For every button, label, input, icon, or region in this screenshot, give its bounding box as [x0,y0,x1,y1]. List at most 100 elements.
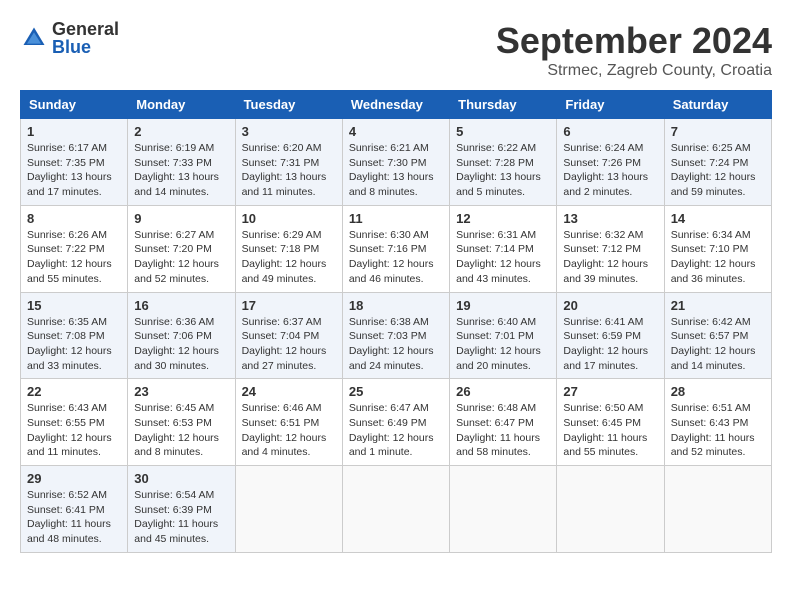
week-row-4: 22Sunrise: 6:43 AM Sunset: 6:55 PM Dayli… [21,379,772,466]
day-number: 10 [242,211,336,226]
day-cell: 4Sunrise: 6:21 AM Sunset: 7:30 PM Daylig… [342,119,449,206]
day-info: Sunrise: 6:25 AM Sunset: 7:24 PM Dayligh… [671,141,765,200]
day-cell: 21 Sunrise: 6:42 AM Sunset: 6:57 PM Dayli… [664,292,771,379]
day-number: 20 [563,298,657,313]
day-cell: 1 Sunrise: 6:17 AM Sunset: 7:35 PM Daylig… [21,119,128,206]
day-cell: 5 Sunrise: 6:22 AM Sunset: 7:28 PM Daylig… [450,119,557,206]
location: Strmec, Zagreb County, Croatia [496,62,772,80]
day-number: 12 [456,211,550,226]
title-block: September 2024 Strmec, Zagreb County, Cr… [496,20,772,80]
day-cell: 17Sunrise: 6:37 AM Sunset: 7:04 PM Dayli… [235,292,342,379]
week-row-5: 29 Sunrise: 6:52 AM Sunset: 6:41 PM Dayli… [21,466,772,553]
logo-blue: Blue [52,38,119,56]
day-number: 16 [134,298,228,313]
day-cell: 23 Sunrise: 6:45 AM Sunset: 6:53 PM Dayli… [128,379,235,466]
day-info: Sunrise: 6:48 AM Sunset: 6:47 PM Dayligh… [456,401,550,460]
day-number: 1 [27,124,121,139]
day-cell: 27Sunrise: 6:50 AM Sunset: 6:45 PM Dayli… [557,379,664,466]
day-cell: 9 Sunrise: 6:27 AM Sunset: 7:20 PM Daylig… [128,205,235,292]
day-info: Sunrise: 6:22 AM Sunset: 7:28 PM Dayligh… [456,141,550,200]
day-info: Sunrise: 6:52 AM Sunset: 6:41 PM Dayligh… [27,488,121,547]
day-cell [664,466,771,553]
day-info: Sunrise: 6:17 AM Sunset: 7:35 PM Dayligh… [27,141,121,200]
day-number: 23 [134,384,228,399]
day-cell: 3 Sunrise: 6:20 AM Sunset: 7:31 PM Daylig… [235,119,342,206]
day-cell: 7Sunrise: 6:25 AM Sunset: 7:24 PM Daylig… [664,119,771,206]
day-cell: 20 Sunrise: 6:41 AM Sunset: 6:59 PM Dayli… [557,292,664,379]
weekday-header-monday: Monday [128,91,235,119]
day-number: 4 [349,124,443,139]
day-info: Sunrise: 6:41 AM Sunset: 6:59 PM Dayligh… [563,315,657,374]
logo-icon [20,24,48,52]
day-cell [342,466,449,553]
day-cell: 22Sunrise: 6:43 AM Sunset: 6:55 PM Dayli… [21,379,128,466]
day-info: Sunrise: 6:32 AM Sunset: 7:12 PM Dayligh… [563,228,657,287]
week-row-3: 15 Sunrise: 6:35 AM Sunset: 7:08 PM Dayli… [21,292,772,379]
day-info: Sunrise: 6:51 AM Sunset: 6:43 PM Dayligh… [671,401,765,460]
day-info: Sunrise: 6:42 AM Sunset: 6:57 PM Dayligh… [671,315,765,374]
weekday-header-tuesday: Tuesday [235,91,342,119]
day-info: Sunrise: 6:20 AM Sunset: 7:31 PM Dayligh… [242,141,336,200]
day-cell: 2 Sunrise: 6:19 AM Sunset: 7:33 PM Daylig… [128,119,235,206]
logo: General Blue [20,20,119,56]
day-info: Sunrise: 6:29 AM Sunset: 7:18 PM Dayligh… [242,228,336,287]
day-number: 26 [456,384,550,399]
day-info: Sunrise: 6:45 AM Sunset: 6:53 PM Dayligh… [134,401,228,460]
logo-text: General Blue [52,20,119,56]
day-info: Sunrise: 6:31 AM Sunset: 7:14 PM Dayligh… [456,228,550,287]
day-number: 29 [27,471,121,486]
day-cell: 18Sunrise: 6:38 AM Sunset: 7:03 PM Dayli… [342,292,449,379]
day-cell: 30 Sunrise: 6:54 AM Sunset: 6:39 PM Dayli… [128,466,235,553]
day-cell: 28Sunrise: 6:51 AM Sunset: 6:43 PM Dayli… [664,379,771,466]
day-number: 25 [349,384,443,399]
day-number: 2 [134,124,228,139]
day-cell: 12 Sunrise: 6:31 AM Sunset: 7:14 PM Dayli… [450,205,557,292]
day-number: 21 [671,298,765,313]
day-cell: 26 Sunrise: 6:48 AM Sunset: 6:47 PM Dayli… [450,379,557,466]
day-info: Sunrise: 6:40 AM Sunset: 7:01 PM Dayligh… [456,315,550,374]
day-number: 13 [563,211,657,226]
day-info: Sunrise: 6:35 AM Sunset: 7:08 PM Dayligh… [27,315,121,374]
weekday-header-thursday: Thursday [450,91,557,119]
day-number: 27 [563,384,657,399]
day-number: 3 [242,124,336,139]
day-cell: 15 Sunrise: 6:35 AM Sunset: 7:08 PM Dayli… [21,292,128,379]
day-info: Sunrise: 6:36 AM Sunset: 7:06 PM Dayligh… [134,315,228,374]
day-cell [235,466,342,553]
day-cell: 10 Sunrise: 6:29 AM Sunset: 7:18 PM Dayli… [235,205,342,292]
day-number: 8 [27,211,121,226]
day-info: Sunrise: 6:27 AM Sunset: 7:20 PM Dayligh… [134,228,228,287]
calendar: SundayMondayTuesdayWednesdayThursdayFrid… [20,90,772,553]
day-number: 11 [349,211,443,226]
day-number: 6 [563,124,657,139]
day-number: 9 [134,211,228,226]
day-info: Sunrise: 6:34 AM Sunset: 7:10 PM Dayligh… [671,228,765,287]
day-info: Sunrise: 6:26 AM Sunset: 7:22 PM Dayligh… [27,228,121,287]
day-cell: 19 Sunrise: 6:40 AM Sunset: 7:01 PM Dayli… [450,292,557,379]
weekday-header-row: SundayMondayTuesdayWednesdayThursdayFrid… [21,91,772,119]
day-info: Sunrise: 6:46 AM Sunset: 6:51 PM Dayligh… [242,401,336,460]
weekday-header-saturday: Saturday [664,91,771,119]
day-number: 19 [456,298,550,313]
day-number: 17 [242,298,336,313]
day-cell: 25Sunrise: 6:47 AM Sunset: 6:49 PM Dayli… [342,379,449,466]
day-number: 30 [134,471,228,486]
weekday-header-sunday: Sunday [21,91,128,119]
day-cell: 14Sunrise: 6:34 AM Sunset: 7:10 PM Dayli… [664,205,771,292]
day-number: 5 [456,124,550,139]
weekday-header-friday: Friday [557,91,664,119]
day-cell [557,466,664,553]
day-number: 22 [27,384,121,399]
month-title: September 2024 [496,20,772,62]
day-cell: 11Sunrise: 6:30 AM Sunset: 7:16 PM Dayli… [342,205,449,292]
day-cell: 8 Sunrise: 6:26 AM Sunset: 7:22 PM Daylig… [21,205,128,292]
week-row-1: 1 Sunrise: 6:17 AM Sunset: 7:35 PM Daylig… [21,119,772,206]
weekday-header-wednesday: Wednesday [342,91,449,119]
day-info: Sunrise: 6:38 AM Sunset: 7:03 PM Dayligh… [349,315,443,374]
day-info: Sunrise: 6:54 AM Sunset: 6:39 PM Dayligh… [134,488,228,547]
day-number: 24 [242,384,336,399]
page-header: General Blue September 2024 Strmec, Zagr… [20,20,772,80]
day-number: 15 [27,298,121,313]
day-info: Sunrise: 6:19 AM Sunset: 7:33 PM Dayligh… [134,141,228,200]
day-cell: 16 Sunrise: 6:36 AM Sunset: 7:06 PM Dayli… [128,292,235,379]
